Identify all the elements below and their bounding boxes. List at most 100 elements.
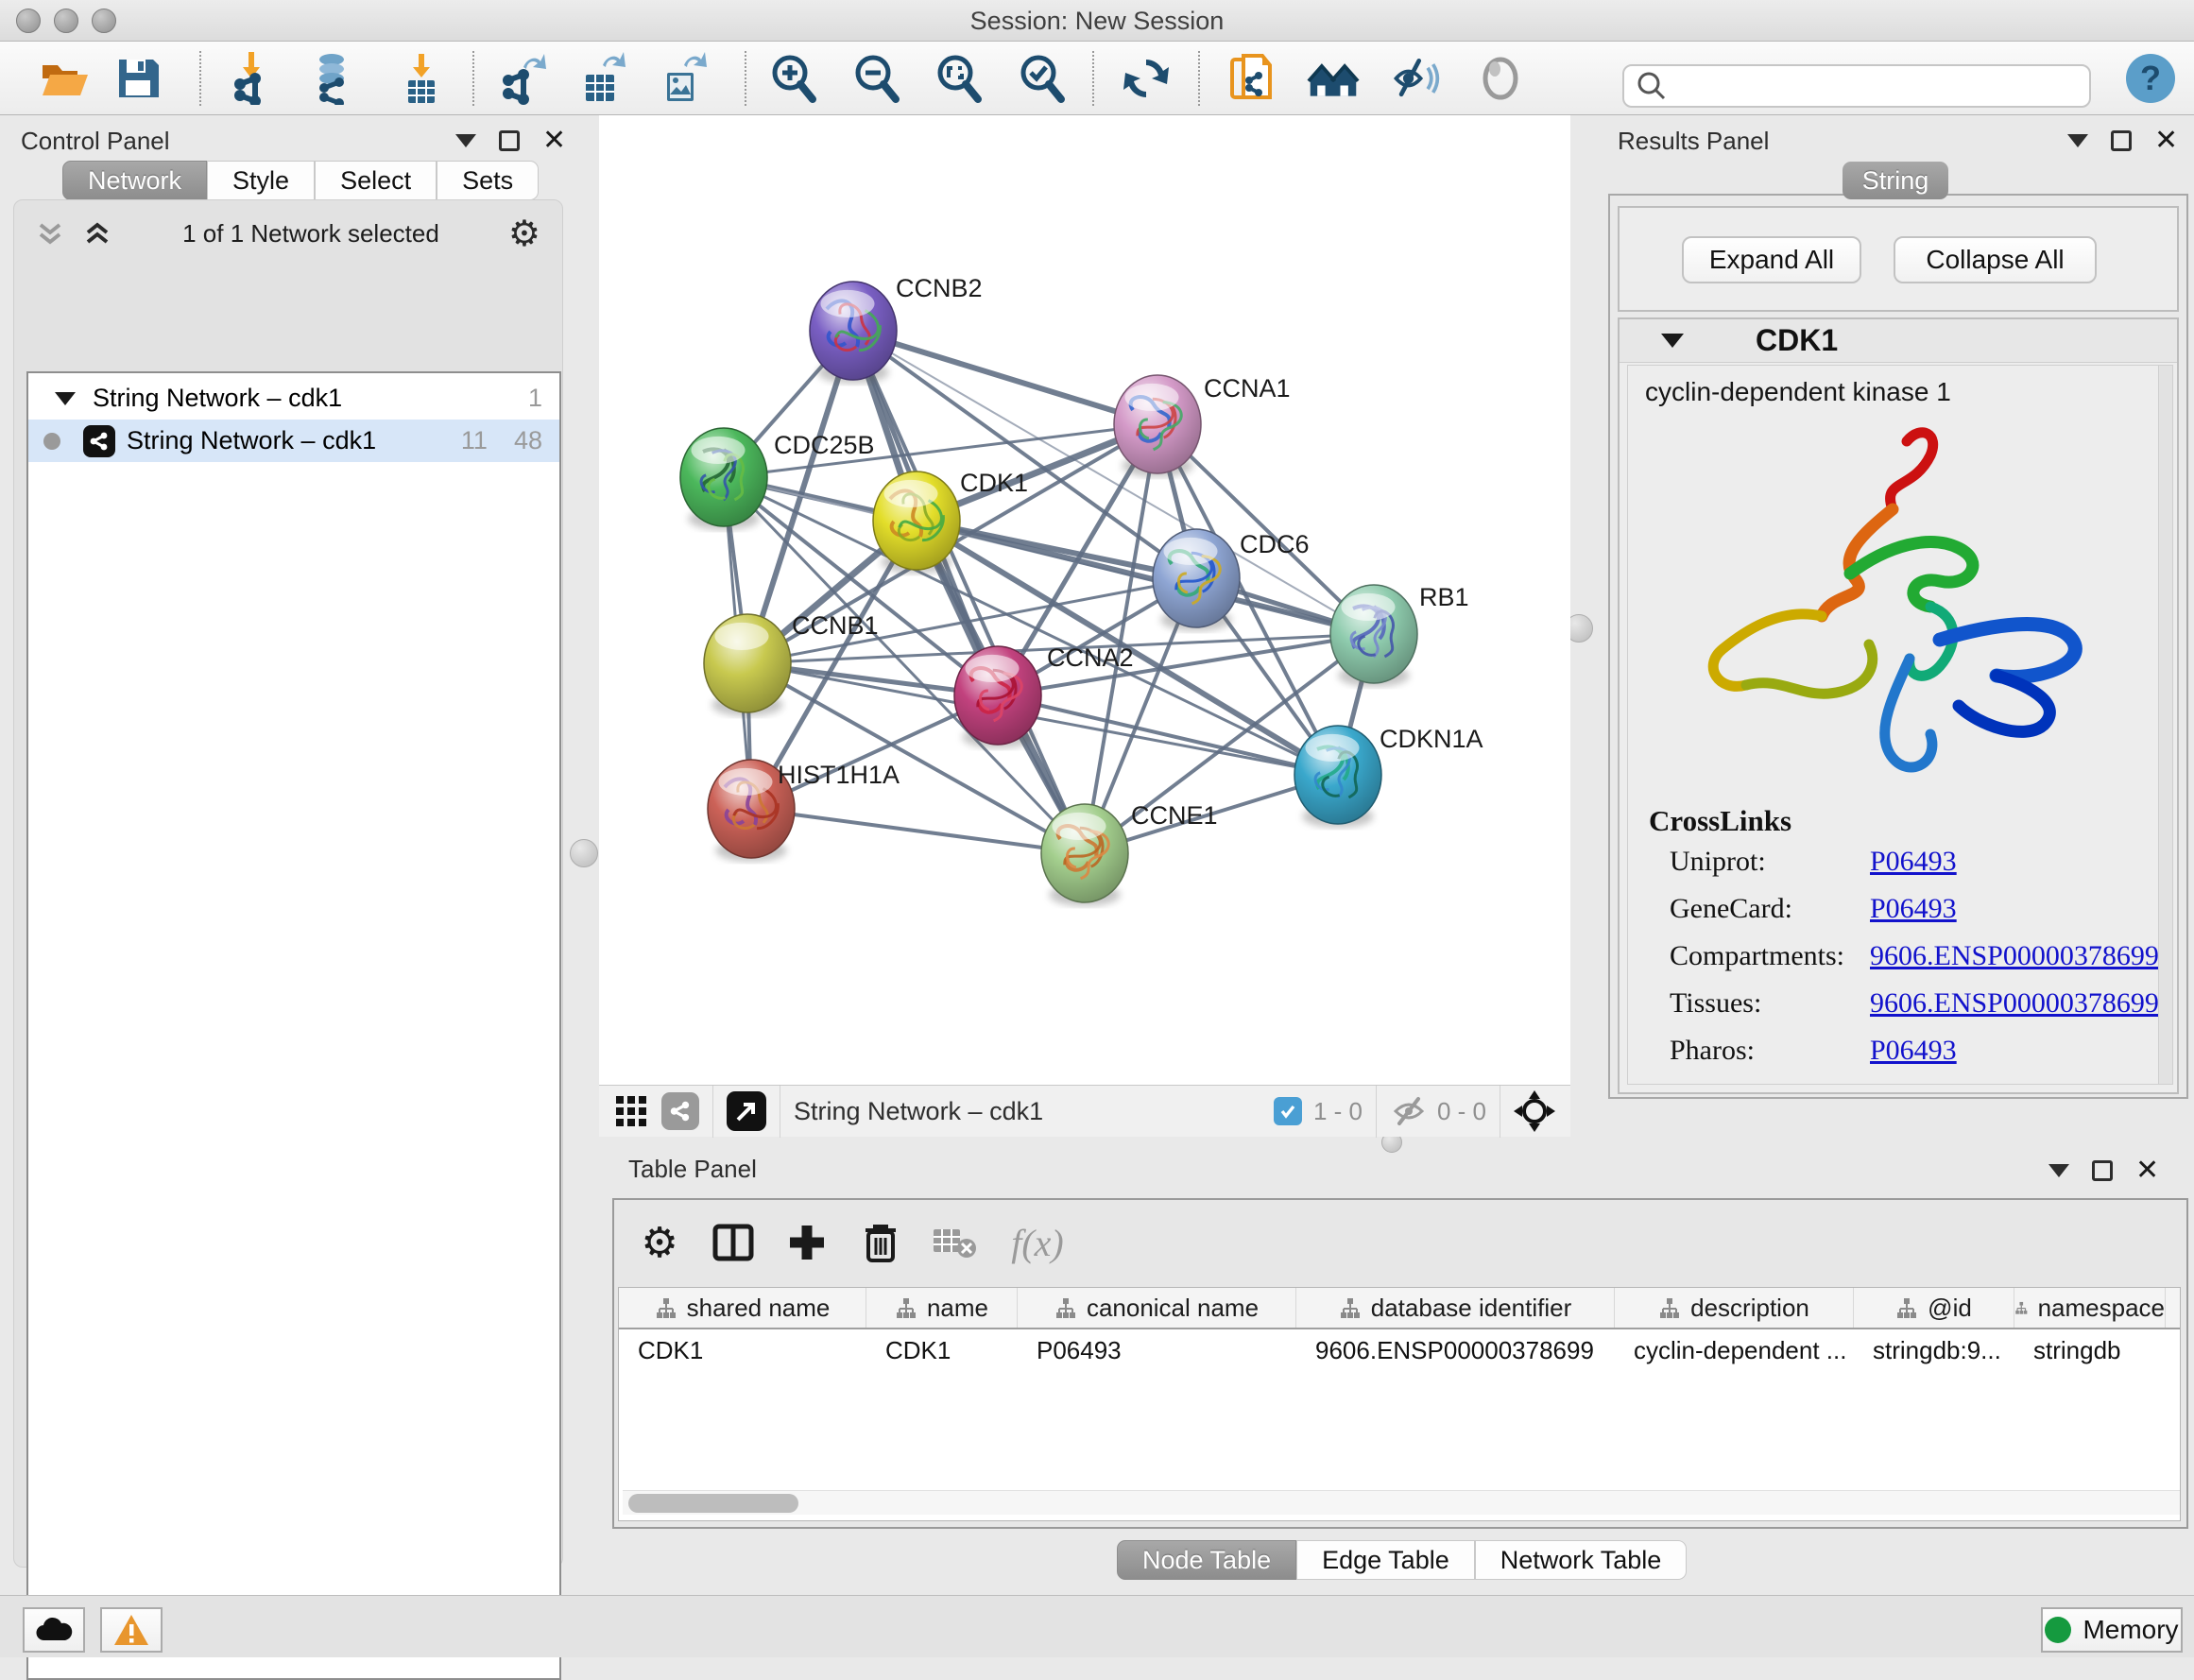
zoom-out-button[interactable] xyxy=(850,52,903,105)
edge-CCNA2-CDKN1A[interactable] xyxy=(998,695,1338,775)
show-columns-button[interactable] xyxy=(705,1214,762,1271)
node-CDC6[interactable]: CDC6 xyxy=(1153,529,1310,631)
expand-all-button[interactable]: Expand All xyxy=(1682,236,1861,283)
node-CDKN1A[interactable]: CDKN1A xyxy=(1294,725,1483,828)
tab-select[interactable]: Select xyxy=(315,161,437,200)
node-CCNA1[interactable]: CCNA1 xyxy=(1114,374,1291,477)
node-CCNB1[interactable]: CCNB1 xyxy=(704,611,879,716)
network-collection-row[interactable]: String Network – cdk1 1 xyxy=(28,377,559,420)
grid-view-icon[interactable] xyxy=(614,1094,648,1128)
crosslink-link[interactable]: P06493 xyxy=(1870,1035,1957,1067)
left-splitter-handle[interactable] xyxy=(570,839,598,867)
tab-network[interactable]: Network xyxy=(62,161,207,200)
crosslink-link[interactable]: 9606.ENSP00000378699 xyxy=(1870,940,2159,972)
control-panel-float-icon[interactable] xyxy=(499,130,520,151)
results-panel-close-icon[interactable]: ✕ xyxy=(2154,130,2178,151)
import-table-file-button[interactable] xyxy=(395,52,448,105)
column-header-name[interactable]: name xyxy=(866,1288,1018,1328)
fit-content-crosshair-icon[interactable] xyxy=(1514,1090,1555,1132)
import-network-file-button[interactable] xyxy=(227,52,280,105)
results-panel-float-icon[interactable] xyxy=(2111,130,2132,151)
table-row[interactable]: CDK1CDK1P064939606.ENSP00000378699cyclin… xyxy=(619,1329,2180,1371)
tab-style[interactable]: Style xyxy=(207,161,315,200)
table-tabs: Node TableEdge TableNetwork Table xyxy=(1117,1540,1687,1580)
network-canvas[interactable]: CCNB2CCNA1CDC25BCDK1CDC6RB1CCNB1CCNA2CDK… xyxy=(599,115,1570,1085)
results-scrollbar[interactable] xyxy=(2158,365,2173,1085)
network-graph[interactable]: CCNB2CCNA1CDC25BCDK1CDC6RB1CCNB1CCNA2CDK… xyxy=(599,115,1570,1085)
help-button[interactable]: ? xyxy=(2124,52,2177,105)
tab-edge-table[interactable]: Edge Table xyxy=(1296,1540,1475,1580)
crosslink-link[interactable]: 9606.ENSP00000378699 xyxy=(1870,987,2159,1020)
crosslink-link[interactable]: P06493 xyxy=(1870,846,1957,878)
export-table-button[interactable] xyxy=(574,52,627,105)
results-tab-string[interactable]: String xyxy=(1843,162,1948,199)
tab-network-table[interactable]: Network Table xyxy=(1475,1540,1688,1580)
node-CDC25B[interactable]: CDC25B xyxy=(680,428,875,530)
cloud-button[interactable] xyxy=(23,1607,85,1653)
collapse-all-button[interactable]: Collapse All xyxy=(1894,236,2097,283)
table-horizontal-scrollbar[interactable] xyxy=(623,1490,2181,1515)
show-glass-ball-button[interactable] xyxy=(1474,52,1527,105)
table-panel-collapse-icon[interactable] xyxy=(2048,1164,2069,1177)
save-session-button[interactable] xyxy=(111,52,164,105)
network-row-selected[interactable]: String Network – cdk1 11 48 xyxy=(28,420,559,462)
table-header-row: shared namenamecanonical namedatabase id… xyxy=(619,1288,2180,1329)
create-column-button[interactable] xyxy=(779,1214,835,1271)
delete-column-button[interactable] xyxy=(852,1214,909,1271)
results-panel-collapse-icon[interactable] xyxy=(2067,134,2088,147)
crosslink-link[interactable]: P06493 xyxy=(1870,893,1957,925)
network-type-icon xyxy=(83,425,115,457)
column-header-shared-name[interactable]: shared name xyxy=(619,1288,866,1328)
control-panel-close-icon[interactable]: ✕ xyxy=(542,130,566,151)
organisms-button[interactable] xyxy=(1307,52,1360,105)
tab-node-table[interactable]: Node Table xyxy=(1117,1540,1296,1580)
collapse-all-networks-icon[interactable] xyxy=(34,217,66,249)
node-CCNB2[interactable]: CCNB2 xyxy=(810,274,983,384)
search-input[interactable] xyxy=(1668,72,2089,101)
hidden-nodes-edges-count: 0 - 0 xyxy=(1437,1097,1486,1126)
function-builder-button[interactable]: f(x) xyxy=(1009,1214,1066,1271)
memory-button[interactable]: Memory xyxy=(2041,1607,2183,1653)
node-table[interactable]: shared namenamecanonical namedatabase id… xyxy=(618,1287,2181,1521)
edge-HIST1H1A-CCNE1[interactable] xyxy=(751,809,1085,853)
open-session-button[interactable] xyxy=(38,52,91,105)
tab-sets[interactable]: Sets xyxy=(437,161,539,200)
search-box[interactable] xyxy=(1622,64,2091,108)
zoom-in-button[interactable] xyxy=(767,52,820,105)
import-network-from-database-button[interactable] xyxy=(307,52,360,105)
zoom-selected-button[interactable] xyxy=(1016,52,1069,105)
column-header-id[interactable]: @id xyxy=(1854,1288,2014,1328)
scrollbar-thumb[interactable] xyxy=(628,1494,798,1513)
edge-CCNB2-CCNA1[interactable] xyxy=(853,331,1157,424)
table-panel-float-icon[interactable] xyxy=(2092,1160,2113,1181)
birdseye-toggle-icon[interactable] xyxy=(727,1091,766,1131)
node-RB1[interactable]: RB1 xyxy=(1330,583,1469,687)
enable-glass-ball-button[interactable] xyxy=(1389,52,1442,105)
protein-header[interactable]: CDK1 xyxy=(1620,319,2177,363)
string-protein-query-button[interactable] xyxy=(1226,52,1279,105)
delete-table-button[interactable] xyxy=(926,1214,983,1271)
zoom-fit-button[interactable] xyxy=(933,52,986,105)
node-CCNE1[interactable]: CCNE1 xyxy=(1041,801,1218,906)
column-type-icon xyxy=(655,1296,677,1319)
network-badge-icon[interactable] xyxy=(661,1092,699,1130)
node-CDK1[interactable]: CDK1 xyxy=(873,469,1028,574)
table-panel-close-icon[interactable]: ✕ xyxy=(2135,1160,2159,1181)
column-header-canonical-name[interactable]: canonical name xyxy=(1018,1288,1296,1328)
protein-expander-icon[interactable] xyxy=(1661,334,1684,348)
export-image-button[interactable] xyxy=(656,52,709,105)
network-options-gear-icon[interactable]: ⚙ xyxy=(508,213,540,254)
warnings-button[interactable] xyxy=(100,1607,163,1653)
column-header-namespace[interactable]: namespace xyxy=(2014,1288,2166,1328)
table-options-button[interactable]: ⚙ xyxy=(631,1214,688,1271)
zoom-fit-icon xyxy=(933,52,986,105)
tree-expander-icon[interactable] xyxy=(55,392,76,405)
column-header-description[interactable]: description xyxy=(1615,1288,1854,1328)
column-header-database-identifier[interactable]: database identifier xyxy=(1296,1288,1615,1328)
expand-all-networks-icon[interactable] xyxy=(81,217,113,249)
control-panel-collapse-icon[interactable] xyxy=(455,134,476,147)
export-network-button[interactable] xyxy=(495,52,548,105)
node-HIST1H1A[interactable]: HIST1H1A xyxy=(708,760,900,862)
refresh-view-button[interactable] xyxy=(1120,52,1173,105)
selected-checkbox-icon[interactable] xyxy=(1274,1097,1302,1125)
